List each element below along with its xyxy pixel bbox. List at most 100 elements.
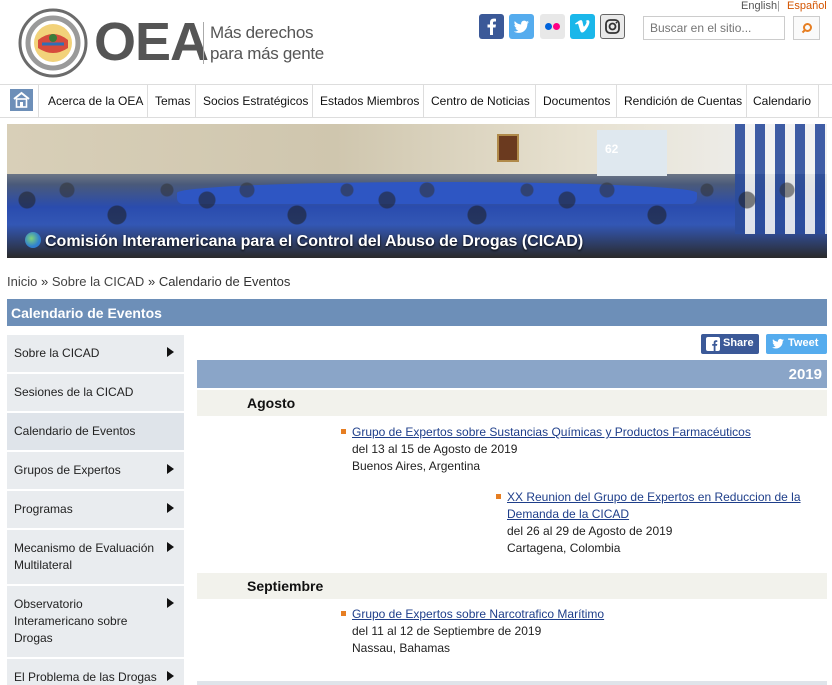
year-header: 2019 bbox=[197, 360, 827, 388]
nav-separator bbox=[312, 85, 313, 117]
sidebar-item-sobre[interactable]: Sobre la CICAD bbox=[7, 335, 184, 374]
tagline-line-1: Más derechos bbox=[210, 23, 314, 42]
breadcrumb-current: Calendario de Eventos bbox=[158, 274, 291, 289]
sidebar-item-grupos[interactable]: Grupos de Expertos bbox=[7, 452, 184, 491]
event-dates: del 26 al 29 de Agosto de 2019 bbox=[507, 524, 673, 538]
banner-screen-number: 62 bbox=[605, 142, 619, 156]
event-dates: del 13 al 15 de Agosto de 2019 bbox=[352, 442, 518, 456]
globe-icon bbox=[25, 232, 41, 248]
chevron-right-icon bbox=[167, 598, 174, 608]
sidebar-item-problema[interactable]: El Problema de las Drogas en las América… bbox=[7, 659, 184, 685]
nav-separator bbox=[147, 85, 148, 117]
facebook-share-label: Share bbox=[723, 337, 754, 349]
sidebar-item-observatorio[interactable]: Observatorio Interamericano sobre Drogas bbox=[7, 586, 184, 659]
breadcrumb-separator: » bbox=[147, 274, 156, 289]
tagline-line-2: para más gente bbox=[210, 44, 324, 63]
chevron-right-icon bbox=[167, 542, 174, 552]
hero-banner: 62 Comisión Interamericana para el Contr… bbox=[7, 124, 827, 258]
main-nav: Acerca de la OEA Temas Socios Estratégic… bbox=[0, 84, 832, 118]
chevron-right-icon bbox=[167, 464, 174, 474]
twitter-tweet-button[interactable]: Tweet bbox=[766, 334, 827, 354]
home-button[interactable] bbox=[10, 89, 33, 111]
sidebar-item-programas[interactable]: Programas bbox=[7, 491, 184, 530]
breadcrumb: Inicio » Sobre la CICAD » Calendario de … bbox=[7, 274, 290, 289]
twitter-icon bbox=[772, 338, 784, 349]
nav-item-temas[interactable]: Temas bbox=[155, 94, 190, 108]
nav-separator bbox=[38, 85, 39, 117]
month-header-agosto: Agosto bbox=[197, 390, 827, 416]
breadcrumb-separator: » bbox=[40, 274, 49, 289]
facebook-icon[interactable] bbox=[479, 14, 504, 39]
nav-item-socios[interactable]: Socios Estratégicos bbox=[203, 94, 308, 108]
search-button[interactable] bbox=[793, 16, 820, 40]
site-header: OEA Más derechos para más gente English … bbox=[0, 0, 832, 84]
breadcrumb-parent[interactable]: Sobre la CICAD bbox=[52, 274, 144, 289]
nav-separator bbox=[195, 85, 196, 117]
event-location: Nassau, Bahamas bbox=[352, 641, 451, 655]
twitter-tweet-label: Tweet bbox=[788, 337, 819, 349]
nav-item-rendicion[interactable]: Rendición de Cuentas bbox=[624, 94, 742, 108]
language-english-link[interactable]: English bbox=[741, 0, 777, 12]
banner-title: Comisión Interamericana para el Control … bbox=[25, 232, 583, 251]
event-title-link[interactable]: Grupo de Expertos sobre Narcotrafico Mar… bbox=[352, 606, 822, 623]
logo-divider bbox=[203, 22, 204, 64]
sidebar-item-label: Grupos de Expertos bbox=[14, 463, 121, 477]
event-title-link-line-2[interactable]: Demanda de la CICAD bbox=[507, 506, 827, 523]
facebook-icon bbox=[706, 337, 720, 351]
event-location: Cartagena, Colombia bbox=[507, 541, 621, 555]
sidebar-item-label: Calendario de Eventos bbox=[14, 424, 136, 438]
nav-separator bbox=[746, 85, 747, 117]
page-title: Calendario de Eventos bbox=[7, 299, 827, 326]
twitter-icon[interactable] bbox=[509, 14, 534, 39]
flickr-icon[interactable] bbox=[540, 14, 565, 39]
event-item: Grupo de Expertos sobre Sustancias Quími… bbox=[341, 424, 822, 475]
nav-separator bbox=[423, 85, 424, 117]
sidebar: Sobre la CICAD Sesiones de la CICAD Cale… bbox=[7, 335, 184, 685]
event-item: XX Reunion del Grupo de Expertos en Redu… bbox=[496, 489, 827, 557]
sidebar-item-calendario[interactable]: Calendario de Eventos bbox=[7, 413, 184, 452]
sidebar-item-label: Sesiones de la CICAD bbox=[14, 385, 134, 399]
chevron-right-icon bbox=[167, 347, 174, 357]
chevron-right-icon bbox=[167, 671, 174, 681]
language-separator: | bbox=[777, 0, 780, 12]
nav-item-calendario[interactable]: Calendario bbox=[753, 94, 811, 108]
event-title-link[interactable]: Grupo de Expertos sobre Sustancias Quími… bbox=[352, 424, 822, 441]
instagram-icon[interactable] bbox=[600, 14, 625, 39]
nav-item-documentos[interactable]: Documentos bbox=[543, 94, 610, 108]
sidebar-item-label: El Problema de las Drogas en las América… bbox=[14, 670, 157, 684]
oea-wordmark[interactable]: OEA bbox=[94, 12, 209, 72]
sidebar-item-sesiones[interactable]: Sesiones de la CICAD bbox=[7, 374, 184, 413]
event-item: Grupo de Expertos sobre Narcotrafico Mar… bbox=[341, 606, 822, 657]
breadcrumb-home[interactable]: Inicio bbox=[7, 274, 37, 289]
sidebar-item-label: Programas bbox=[14, 502, 73, 516]
month-header-septiembre: Septiembre bbox=[197, 573, 827, 599]
vimeo-icon[interactable] bbox=[570, 14, 595, 39]
banner-title-text: Comisión Interamericana para el Control … bbox=[45, 233, 584, 250]
bullet-marker bbox=[496, 494, 501, 499]
language-spanish-link[interactable]: Español bbox=[787, 0, 827, 12]
banner-portrait bbox=[497, 134, 519, 162]
bullet-marker bbox=[341, 429, 346, 434]
event-title-link[interactable]: XX Reunion del Grupo de Expertos en Redu… bbox=[507, 489, 827, 506]
nav-item-acerca[interactable]: Acerca de la OEA bbox=[48, 94, 143, 108]
banner-crowd bbox=[7, 160, 827, 240]
nav-item-estados[interactable]: Estados Miembros bbox=[320, 94, 419, 108]
home-icon bbox=[13, 91, 30, 108]
bullet-marker bbox=[341, 611, 346, 616]
nav-separator bbox=[818, 85, 819, 117]
facebook-share-button[interactable]: Share bbox=[701, 334, 759, 354]
search-icon bbox=[801, 23, 812, 34]
nav-separator bbox=[535, 85, 536, 117]
nav-separator bbox=[616, 85, 617, 117]
nav-item-noticias[interactable]: Centro de Noticias bbox=[431, 94, 530, 108]
sidebar-item-label: Mecanismo de Evaluación Multilateral bbox=[14, 541, 155, 572]
sidebar-item-mecanismo[interactable]: Mecanismo de Evaluación Multilateral bbox=[7, 530, 184, 586]
sidebar-item-label: Sobre la CICAD bbox=[14, 346, 100, 360]
event-dates: del 11 al 12 de Septiembre de 2019 bbox=[352, 624, 542, 638]
oea-seal-logo[interactable] bbox=[18, 8, 88, 78]
chevron-right-icon bbox=[167, 503, 174, 513]
search-input[interactable] bbox=[643, 16, 785, 40]
tagline: Más derechos para más gente bbox=[210, 22, 324, 64]
next-section-divider bbox=[197, 681, 827, 685]
event-location: Buenos Aires, Argentina bbox=[352, 459, 481, 473]
